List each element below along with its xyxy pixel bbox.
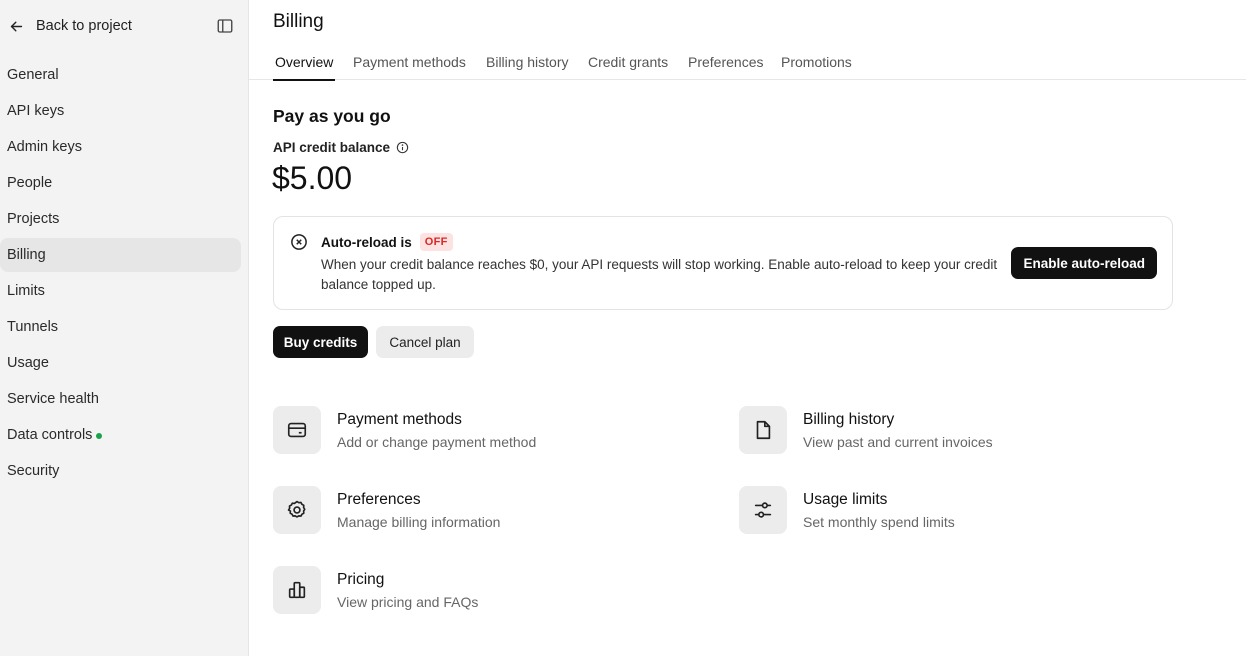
sliders-icon [754,502,772,518]
card-usage-limits[interactable]: Usage limits Set monthly spend limits [739,485,1159,535]
balance-label-row: API credit balance [273,140,409,155]
card-subtitle: Set monthly spend limits [803,513,955,530]
card-text: Billing history View past and current in… [803,409,993,452]
status-badge: OFF [419,233,453,251]
tab-preferences[interactable]: Preferences [686,44,765,80]
tab-label: Promotions [781,54,852,70]
sidebar-item-label: People [7,175,53,191]
enable-auto-reload-button[interactable]: Enable auto-reload [1011,247,1157,279]
sidebar-item-data-controls[interactable]: Data controls [0,418,241,452]
card-title: Preferences [337,490,421,508]
balance-value: $5.00 [272,160,353,196]
sidebar-item-label: Projects [7,211,60,227]
auto-reload-description: When your credit balance reaches $0, you… [321,257,998,292]
card-title: Billing history [803,410,895,428]
card-icon-box [273,406,321,454]
sidebar-item-label: Limits [7,283,45,299]
main-content: Billing Overview Payment methods Billing… [249,0,1246,656]
back-to-project-link[interactable]: Back to project [0,8,132,44]
page-title: Billing [273,11,324,32]
card-text: Payment methods Add or change payment me… [337,409,536,452]
settings-nav: General API keys Admin keys People Proje… [0,58,249,490]
tab-overview[interactable]: Overview [273,44,336,81]
sidebar-item-label: Data controls [7,427,93,443]
credit-card-icon [287,422,307,438]
sidebar-item-general[interactable]: General [0,58,241,92]
tab-label: Overview [275,54,334,70]
sidebar-item-people[interactable]: People [0,166,241,200]
card-text: Usage limits Set monthly spend limits [803,489,955,532]
tab-label: Preferences [688,54,764,70]
sidebar-toggle-button[interactable] [214,15,236,37]
gear-icon [287,500,306,518]
sidebar-item-projects[interactable]: Projects [0,202,241,236]
info-icon[interactable] [396,141,409,154]
sidebar-item-label: Security [7,463,60,479]
card-text: Pricing View pricing and FAQs [337,569,478,612]
sidebar-panel-icon [217,19,233,33]
sidebar-item-billing[interactable]: Billing [0,238,241,272]
tab-billing-history[interactable]: Billing history [484,44,570,80]
sidebar-item-tunnels[interactable]: Tunnels [0,310,241,344]
buy-credits-button[interactable]: Buy credits [273,326,368,358]
sidebar-item-api-keys[interactable]: API keys [0,94,241,128]
balance-label: API credit balance [273,140,391,155]
card-title: Payment methods [337,410,462,428]
cancel-plan-button[interactable]: Cancel plan [376,326,474,358]
card-subtitle: Add or change payment method [337,433,537,450]
sidebar-item-label: Admin keys [7,139,82,155]
sidebar-item-label: Service health [7,391,99,407]
tab-credit-grants[interactable]: Credit grants [586,44,670,80]
document-icon [756,420,771,440]
tab-label: Credit grants [588,54,669,70]
sidebar-item-usage[interactable]: Usage [0,346,241,380]
card-icon-box [739,486,787,534]
card-title: Pricing [337,570,385,588]
sidebar-item-label: General [7,67,59,83]
card-payment-methods[interactable]: Payment methods Add or change payment me… [273,405,693,455]
card-subtitle: View past and current invoices [803,433,993,450]
tab-label: Payment methods [353,54,466,70]
sidebar-item-admin-keys[interactable]: Admin keys [0,130,241,164]
card-pricing[interactable]: Pricing View pricing and FAQs [273,565,693,615]
auto-reload-title: Auto-reload is [321,234,412,250]
tab-payment-methods[interactable]: Payment methods [351,44,468,80]
card-icon-box [739,406,787,454]
card-icon-box [273,566,321,614]
auto-reload-panel: Auto-reload is OFF When your credit bala… [273,216,1173,310]
card-subtitle: Manage billing information [337,513,501,530]
auto-reload-heading: Auto-reload is OFF [321,233,453,251]
section-title: Pay as you go [273,106,391,126]
sidebar-item-security[interactable]: Security [0,454,241,488]
card-icon-box [273,486,321,534]
tab-label: Billing history [486,54,569,70]
sidebar-item-limits[interactable]: Limits [0,274,241,308]
sidebar-item-service-health[interactable]: Service health [0,382,241,416]
back-row: Back to project [0,8,249,44]
status-dot [96,432,103,439]
bar-chart-icon [288,581,306,599]
back-to-project-label: Back to project [36,18,132,34]
card-preferences[interactable]: Preferences Manage billing information [273,485,693,535]
tab-bar: Overview Payment methods Billing history… [249,44,1246,81]
card-subtitle: View pricing and FAQs [337,593,479,610]
card-text: Preferences Manage billing information [337,489,500,532]
sidebar-item-label: Billing [7,247,46,263]
card-billing-history[interactable]: Billing history View past and current in… [739,405,1159,455]
arrow-left-icon [10,21,23,31]
sidebar-item-label: API keys [7,103,65,119]
sidebar-item-label: Tunnels [7,319,59,335]
card-title: Usage limits [803,490,888,508]
tab-promotions[interactable]: Promotions [779,44,854,80]
sidebar: Back to project General API keys Admin k… [0,0,249,656]
sidebar-item-label: Usage [7,355,49,371]
x-circle-icon [291,234,307,250]
